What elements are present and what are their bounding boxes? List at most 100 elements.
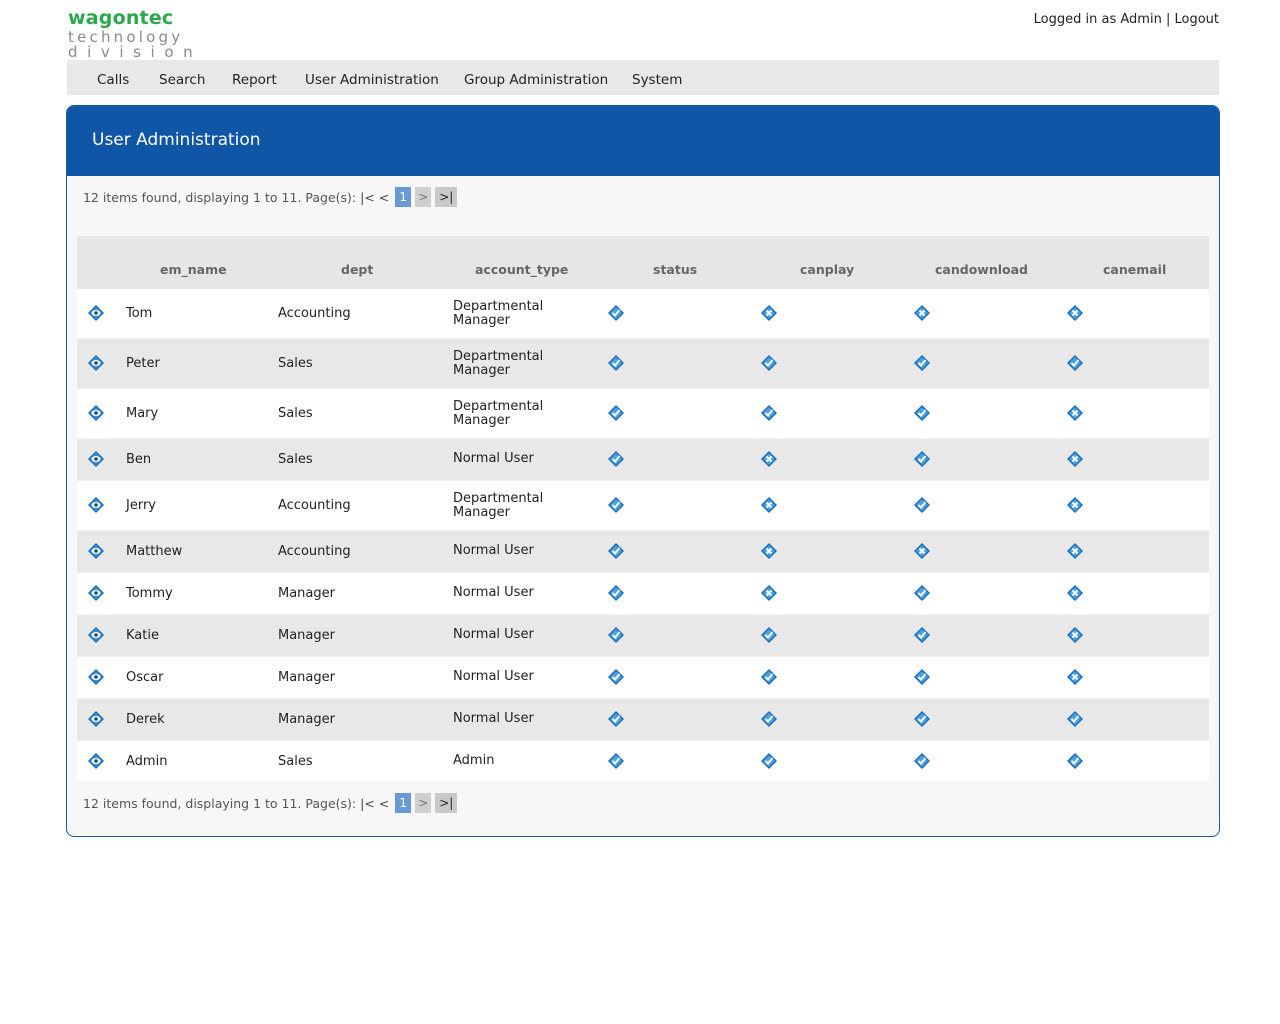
canemail-cross-icon [1066,626,1084,644]
col-header-candownload[interactable]: candownload [935,262,1028,277]
cell-em-name: Ben [126,452,152,467]
status-check-icon [607,304,625,322]
pager-last-button[interactable]: >| [435,793,458,813]
view-user-icon[interactable] [87,668,105,686]
table-row: Katie Manager Normal User [77,615,1209,657]
status-check-icon [607,404,625,422]
cell-dept: Manager [278,670,335,685]
cell-account-type: Admin [453,753,495,768]
candownload-cross-icon [913,304,931,322]
pager-summary: 12 items found, displaying 1 to 11. Page… [83,189,357,205]
cell-em-name: Jerry [126,498,156,513]
table-row: Ben Sales Normal User [77,439,1209,481]
canplay-cross-icon [760,584,778,602]
canplay-cross-icon [760,496,778,514]
cell-dept: Accounting [278,498,351,513]
cell-dept: Sales [278,452,313,467]
cell-account-type: Normal User [453,627,534,642]
table-header: em_name dept account_type status canplay… [77,236,1209,289]
nav-item-system[interactable]: System [632,72,682,88]
pager-first-prev[interactable]: |< < [360,190,389,205]
pager-last-button[interactable]: >| [435,187,458,207]
candownload-check-icon [913,404,931,422]
pager-page-current[interactable]: 1 [395,187,412,207]
canemail-check-icon [1066,752,1084,770]
canplay-check-icon [760,710,778,728]
canemail-cross-icon [1066,496,1084,514]
pager-bottom: 12 items found, displaying 1 to 11. Page… [83,793,461,813]
cell-em-name: Oscar [126,670,164,685]
cell-dept: Manager [278,712,335,727]
nav-item-report[interactable]: Report [232,72,277,88]
page-title: User Administration [92,130,261,150]
view-user-icon[interactable] [87,584,105,602]
canplay-check-icon [760,626,778,644]
logo-sub2-text: division [68,43,203,61]
canemail-cross-icon [1066,404,1084,422]
canplay-cross-icon [760,542,778,560]
view-user-icon[interactable] [87,710,105,728]
view-user-icon[interactable] [87,752,105,770]
canemail-cross-icon [1066,668,1084,686]
canplay-check-icon [760,668,778,686]
candownload-check-icon [913,354,931,372]
logo-main-text: wagontec [68,7,174,29]
view-user-icon[interactable] [87,626,105,644]
cell-dept: Accounting [278,306,351,321]
view-user-icon[interactable] [87,354,105,372]
pager-top: 12 items found, displaying 1 to 11. Page… [83,187,461,207]
user-bar: Logged in as Admin | Logout [1034,12,1219,27]
logged-in-label: Logged in as Admin [1033,12,1162,27]
nav-item-search[interactable]: Search [159,72,205,88]
canplay-check-icon [760,752,778,770]
cell-em-name: Admin [126,754,168,769]
canemail-cross-icon [1066,450,1084,468]
canplay-check-icon [760,404,778,422]
view-user-icon[interactable] [87,304,105,322]
cell-dept: Sales [278,754,313,769]
cell-dept: Sales [278,406,313,421]
table-body: Tom Accounting Departmental Manager Peter Sa… [77,289,1209,783]
nav-item-calls[interactable]: Calls [97,72,129,88]
user-bar-separator: | [1165,12,1171,27]
candownload-check-icon [913,668,931,686]
candownload-check-icon [913,710,931,728]
cell-dept: Manager [278,586,335,601]
col-header-account-type[interactable]: account_type [475,262,568,277]
candownload-check-icon [913,626,931,644]
table-row: Jerry Accounting Departmental Manager [77,481,1209,531]
view-user-icon[interactable] [87,404,105,422]
status-check-icon [607,584,625,602]
pager-next-button[interactable]: > [415,187,432,207]
nav-item-group-administration[interactable]: Group Administration [464,72,608,88]
candownload-check-icon [913,752,931,770]
pager-first-prev[interactable]: |< < [360,796,389,811]
nav-item-user-administration[interactable]: User Administration [305,72,439,88]
status-check-icon [607,496,625,514]
col-header-dept[interactable]: dept [341,262,373,277]
cell-account-type: Departmental Manager [453,349,544,378]
cell-dept: Accounting [278,544,351,559]
panel-header: User Administration [67,106,1219,176]
logout-link[interactable]: Logout [1174,12,1219,27]
cell-em-name: Peter [126,356,160,371]
view-user-icon[interactable] [87,450,105,468]
col-header-canemail[interactable]: canemail [1103,262,1166,277]
view-user-icon[interactable] [87,542,105,560]
table-row: Peter Sales Departmental Manager [77,339,1209,389]
cell-account-type: Normal User [453,543,534,558]
col-header-canplay[interactable]: canplay [800,262,854,277]
pager-page-current[interactable]: 1 [395,793,412,813]
cell-account-type: Departmental Manager [453,299,544,328]
view-user-icon[interactable] [87,496,105,514]
status-check-icon [607,668,625,686]
status-check-icon [607,752,625,770]
canemail-check-icon [1066,354,1084,372]
user-admin-panel: User Administration 12 items found, disp… [66,105,1220,837]
cell-dept: Sales [278,356,313,371]
status-check-icon [607,710,625,728]
col-header-status[interactable]: status [653,262,697,277]
canplay-cross-icon [760,450,778,468]
col-header-em-name[interactable]: em_name [160,262,227,277]
pager-next-button[interactable]: > [415,793,432,813]
